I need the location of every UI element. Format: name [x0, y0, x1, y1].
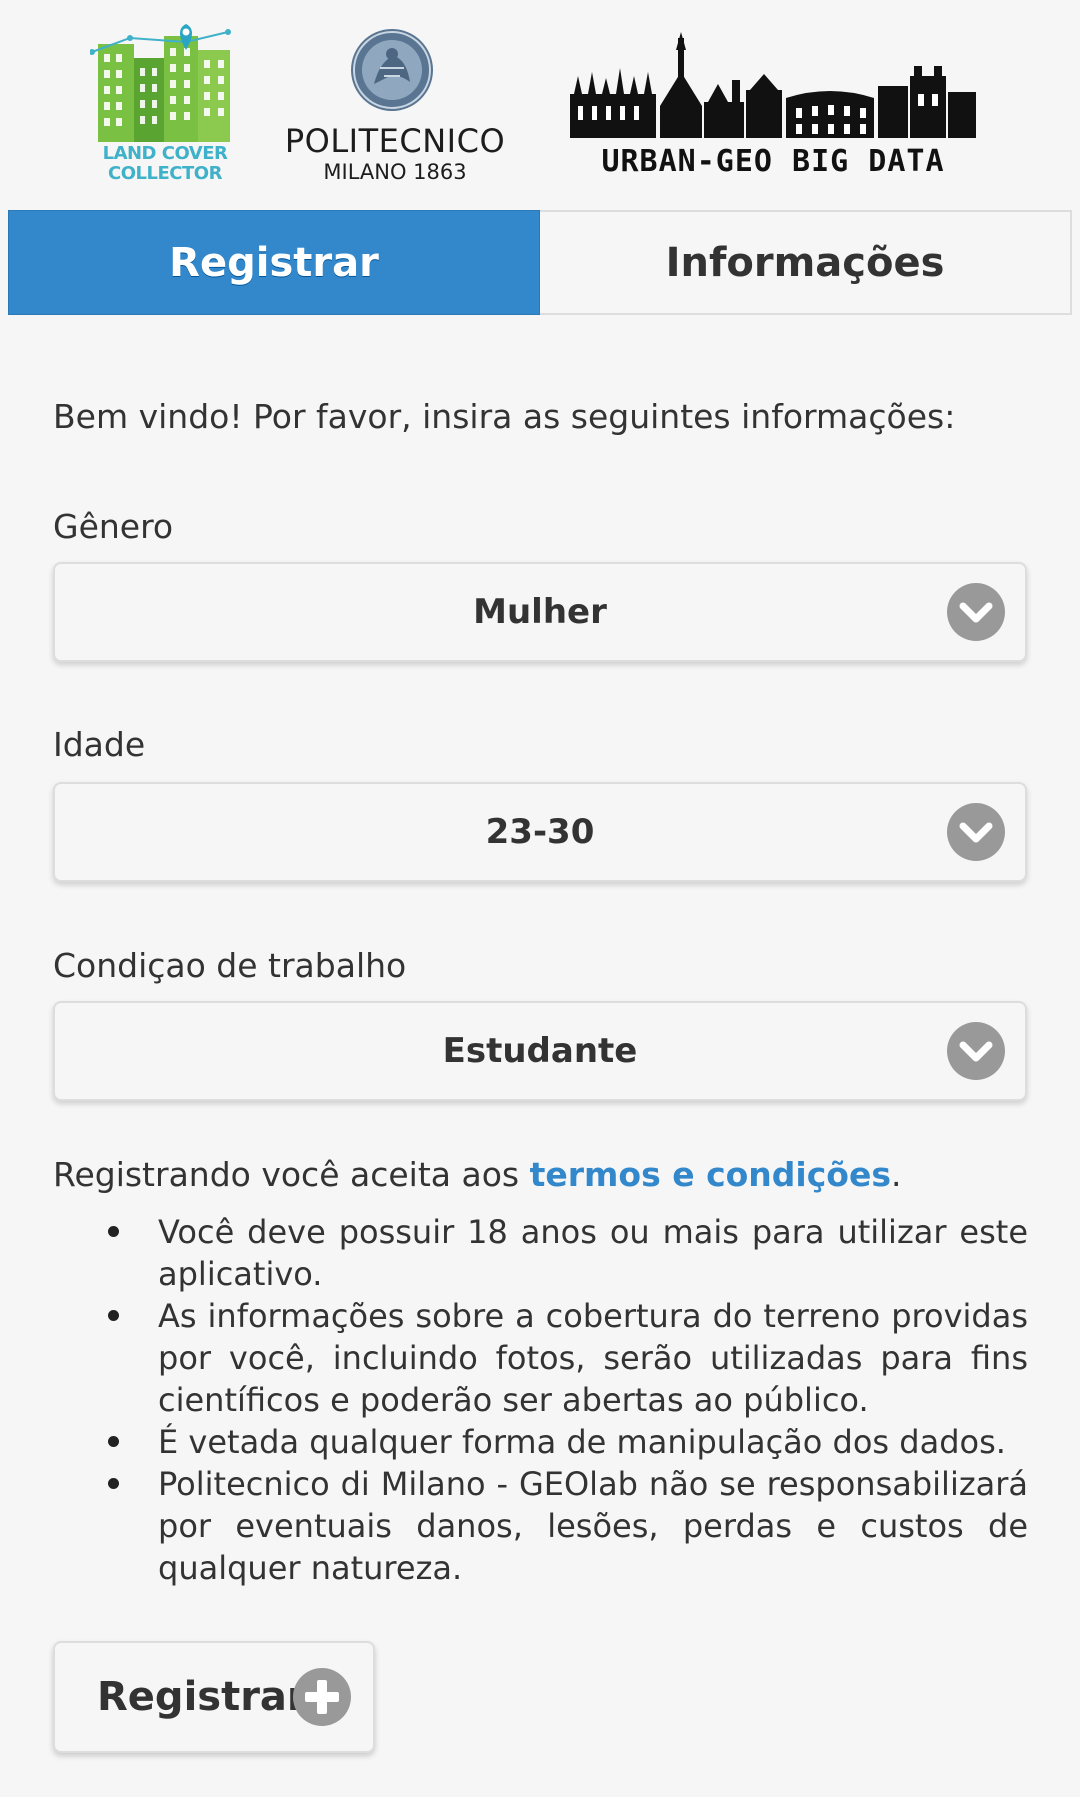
land-cover-collector-line1: LAND COVER [102, 143, 228, 164]
gender-value: Mulher [473, 592, 607, 632]
land-cover-collector-wordmark: LAND COVER COLLECTOR [90, 144, 240, 184]
land-cover-collector-logo: LAND COVER COLLECTOR [89, 22, 240, 192]
gender-select[interactable]: Mulher [53, 562, 1027, 662]
register-button[interactable]: Registrar [53, 1641, 375, 1753]
buildings-icon [89, 24, 231, 142]
terms-text: Registrando você aceita aos termos e con… [53, 1155, 901, 1194]
chevron-down-icon [947, 1022, 1005, 1080]
work-condition-value: Estudante [442, 1031, 638, 1071]
politecnico-seal-icon [351, 29, 433, 111]
work-condition-label: Condiçao de trabalho [53, 946, 407, 985]
terms-prefix: Registrando você aceita aos [53, 1155, 530, 1194]
terms-link[interactable]: termos e condições [530, 1155, 891, 1194]
work-condition-select[interactable]: Estudante [53, 1001, 1027, 1101]
urban-geo-big-data-logo: URBAN-GEO BIG DATA [568, 32, 978, 182]
city-skyline-icon [570, 32, 976, 138]
age-value: 23-30 [485, 812, 595, 852]
chevron-down-icon [947, 803, 1005, 861]
age-label: Idade [53, 725, 146, 764]
terms-rules-list: Você deve possuir 18 anos ou mais para u… [53, 1211, 1028, 1589]
gender-label: Gênero [53, 507, 174, 546]
chevron-down-icon [947, 583, 1005, 641]
list-item: Politecnico di Milano - GEOlab não se re… [108, 1465, 1028, 1587]
plus-circle-icon [293, 1668, 351, 1726]
land-cover-collector-line2: COLLECTOR [108, 163, 222, 184]
tab-bar: Registrar Informações [8, 210, 1072, 315]
politecnico-name: POLITECNICO [284, 122, 506, 160]
register-button-label: Registrar [97, 1674, 307, 1720]
urban-geo-big-data-wordmark: URBAN-GEO BIG DATA [601, 144, 945, 179]
terms-suffix: . [890, 1155, 902, 1194]
politecnico-logo: POLITECNICO MILANO 1863 [270, 28, 520, 193]
age-select[interactable]: 23-30 [53, 782, 1027, 882]
tab-informacoes[interactable]: Informações [540, 210, 1072, 315]
politecnico-subtitle: MILANO 1863 [323, 160, 467, 184]
tab-registrar[interactable]: Registrar [8, 210, 540, 315]
intro-text: Bem vindo! Por favor, insira as seguinte… [53, 397, 956, 436]
list-item: As informações sobre a cobertura do terr… [108, 1297, 1028, 1419]
list-item: Você deve possuir 18 anos ou mais para u… [108, 1213, 1028, 1293]
header-logos: LAND COVER COLLECTOR POLITECNICO MILANO … [0, 0, 1080, 210]
list-item: É vetada qualquer forma de manipulação d… [108, 1421, 1028, 1463]
